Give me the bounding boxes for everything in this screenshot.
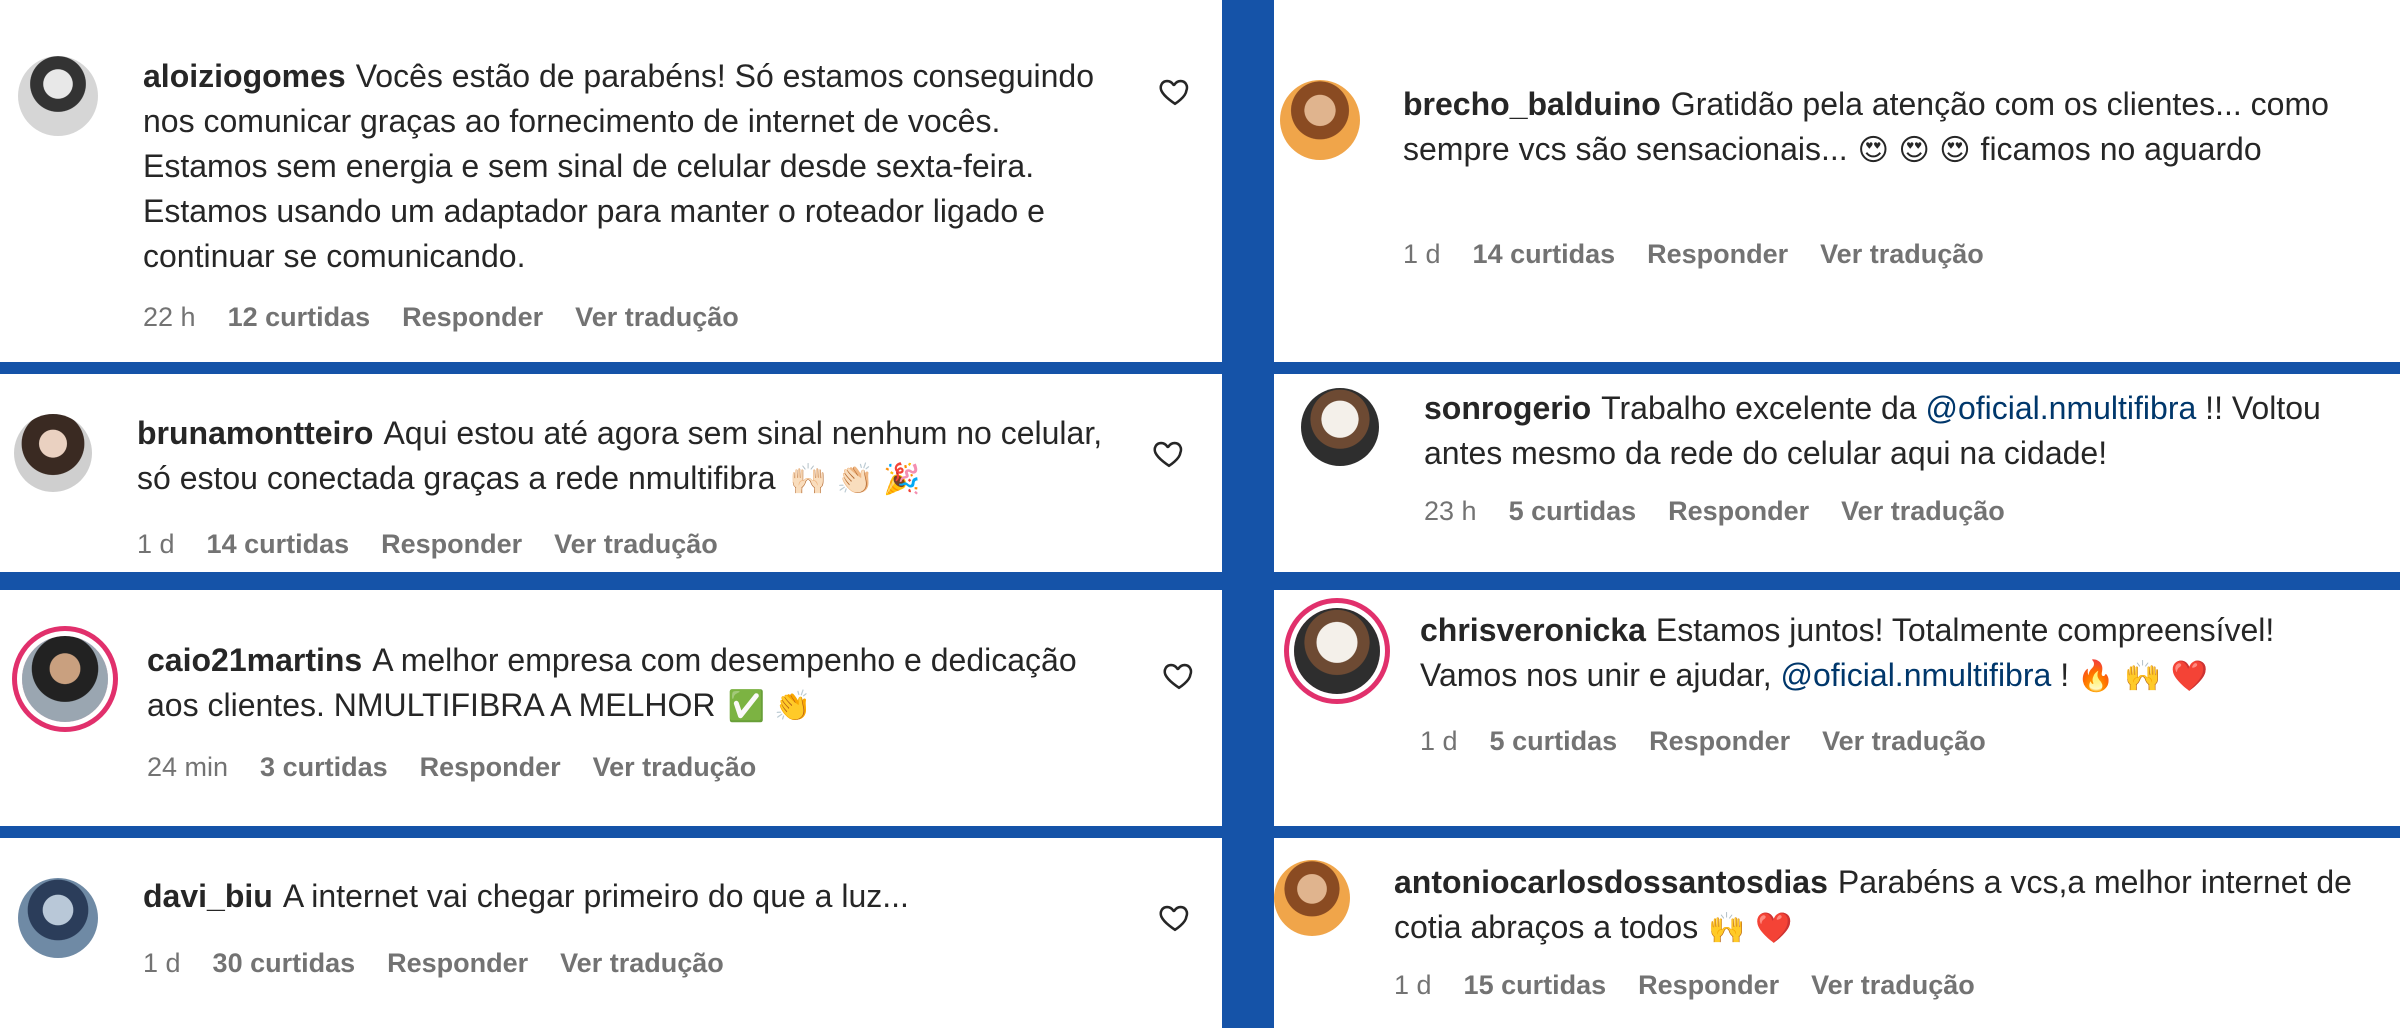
heart-icon[interactable] <box>1158 74 1192 108</box>
comment-card-aloiziogomes: aloiziogomes Vocês estão de parabéns! Só … <box>0 0 1222 362</box>
comment-text: davi_biu A internet vai chegar primeiro d… <box>143 874 1123 919</box>
heart-icon[interactable] <box>1158 900 1192 934</box>
reply-button[interactable]: Responder <box>402 302 543 332</box>
likes-count[interactable]: 5 curtidas <box>1490 726 1618 756</box>
comment-username[interactable]: davi_biu <box>143 878 273 914</box>
translate-button[interactable]: Ver tradução <box>575 302 739 332</box>
comment-username[interactable]: caio21martins <box>147 642 362 678</box>
comment-meta: 1 d 30 curtidas Responder Ver tradução <box>143 948 756 979</box>
comment-emoji: 🔥 🙌 ❤️ <box>2077 659 2209 694</box>
translate-button[interactable]: Ver tradução <box>1822 726 1986 756</box>
comment-meta: 24 min 3 curtidas Responder Ver tradução <box>147 752 788 783</box>
comment-emoji: 🙌 ❤️ <box>1708 911 1793 946</box>
likes-count[interactable]: 3 curtidas <box>260 752 388 782</box>
comment-text: sonrogerio Trabalho excelente da @oficial… <box>1424 386 2384 476</box>
comment-username[interactable]: brunamontteiro <box>137 415 373 451</box>
comment-card-brecho_balduino: brecho_balduino Gratidão pela atenção com… <box>1274 0 2400 362</box>
likes-count[interactable]: 5 curtidas <box>1509 496 1637 526</box>
comment-time: 1 d <box>137 529 175 559</box>
comment-body-end: ! <box>2060 657 2070 693</box>
avatar[interactable] <box>18 56 98 136</box>
translate-button[interactable]: Ver tradução <box>1811 970 1975 1000</box>
comment-card-antoniocarlosdossantosdias: antoniocarlosdossantosdias Parabéns a vcs… <box>1274 838 2400 1028</box>
reply-button[interactable]: Responder <box>1647 239 1788 269</box>
comment-text: brunamontteiro Aqui estou até agora sem s… <box>137 411 1117 502</box>
reply-button[interactable]: Responder <box>387 948 528 978</box>
avatar[interactable] <box>14 414 92 492</box>
avatar[interactable] <box>1301 388 1379 466</box>
comment-time: 22 h <box>143 302 196 332</box>
comment-meta: 22 h 12 curtidas Responder Ver tradução <box>143 302 771 333</box>
comment-time: 24 min <box>147 752 229 782</box>
comment-body: Trabalho excelente da <box>1601 390 1917 426</box>
translate-button[interactable]: Ver tradução <box>1820 239 1984 269</box>
reply-button[interactable]: Responder <box>420 752 561 782</box>
comment-card-caio21martins: caio21martins A melhor empresa com desemp… <box>0 590 1222 826</box>
translate-button[interactable]: Ver tradução <box>554 529 718 559</box>
comment-username[interactable]: antoniocarlosdossantosdias <box>1394 864 1828 900</box>
reply-button[interactable]: Responder <box>1649 726 1790 756</box>
comment-username[interactable]: brecho_balduino <box>1403 86 1661 122</box>
comment-body-end: ficamos no aguardo <box>1980 131 2262 167</box>
comment-emoji: 🙌🏻 👏🏻 🎉 <box>789 462 921 497</box>
avatar[interactable] <box>18 878 98 958</box>
avatar[interactable] <box>1280 80 1360 160</box>
reply-button[interactable]: Responder <box>1638 970 1779 1000</box>
avatar[interactable] <box>1274 860 1350 936</box>
likes-count[interactable]: 15 curtidas <box>1464 970 1607 1000</box>
comment-text: chrisveronicka Estamos juntos! Totalmente… <box>1420 608 2380 699</box>
comment-card-chrisveronicka: chrisveronicka Estamos juntos! Totalmente… <box>1274 590 2400 826</box>
comment-time: 23 h <box>1424 496 1477 526</box>
comment-time: 1 d <box>1420 726 1458 756</box>
comment-meta: 1 d 15 curtidas Responder Ver tradução <box>1394 970 2007 1001</box>
comment-text: brecho_balduino Gratidão pela atenção com… <box>1403 82 2363 173</box>
translate-button[interactable]: Ver tradução <box>1841 496 2005 526</box>
likes-count[interactable]: 12 curtidas <box>228 302 371 332</box>
comment-text: aloiziogomes Vocês estão de parabéns! Só … <box>143 54 1123 279</box>
comment-meta: 23 h 5 curtidas Responder Ver tradução <box>1424 496 2037 527</box>
comment-text: antoniocarlosdossantosdias Parabéns a vcs… <box>1394 860 2384 951</box>
comment-card-davi_biu: davi_biu A internet vai chegar primeiro d… <box>0 838 1222 1028</box>
likes-count[interactable]: 30 curtidas <box>213 948 356 978</box>
reply-button[interactable]: Responder <box>1668 496 1809 526</box>
reply-button[interactable]: Responder <box>381 529 522 559</box>
comment-username[interactable]: sonrogerio <box>1424 390 1591 426</box>
comment-card-sonrogerio: sonrogerio Trabalho excelente da @oficial… <box>1274 374 2400 572</box>
comment-body: A internet vai chegar primeiro do que a … <box>282 878 909 914</box>
avatar[interactable] <box>22 636 108 722</box>
heart-icon[interactable] <box>1162 658 1196 692</box>
comment-emoji: ✅ 👏 <box>727 689 812 724</box>
translate-button[interactable]: Ver tradução <box>560 948 724 978</box>
mention-link[interactable]: @oficial.nmultifibra <box>1781 657 2052 693</box>
comment-emoji: 😍 😍 😍 <box>1857 133 1971 168</box>
comment-meta: 1 d 14 curtidas Responder Ver tradução <box>137 529 750 560</box>
mention-link[interactable]: @oficial.nmultifibra <box>1925 390 2196 426</box>
likes-count[interactable]: 14 curtidas <box>207 529 350 559</box>
likes-count[interactable]: 14 curtidas <box>1473 239 1616 269</box>
comment-meta: 1 d 14 curtidas Responder Ver tradução <box>1403 239 2016 270</box>
comment-card-brunamontteiro: brunamontteiro Aqui estou até agora sem s… <box>0 374 1222 572</box>
comment-username[interactable]: aloiziogomes <box>143 58 346 94</box>
heart-icon[interactable] <box>1152 436 1186 470</box>
translate-button[interactable]: Ver tradução <box>593 752 757 782</box>
avatar[interactable] <box>1294 608 1380 694</box>
comment-time: 1 d <box>1394 970 1432 1000</box>
comment-username[interactable]: chrisveronicka <box>1420 612 1646 648</box>
comment-time: 1 d <box>1403 239 1441 269</box>
comment-meta: 1 d 5 curtidas Responder Ver tradução <box>1420 726 2018 757</box>
comment-text: caio21martins A melhor empresa com desemp… <box>147 638 1127 729</box>
comment-time: 1 d <box>143 948 181 978</box>
